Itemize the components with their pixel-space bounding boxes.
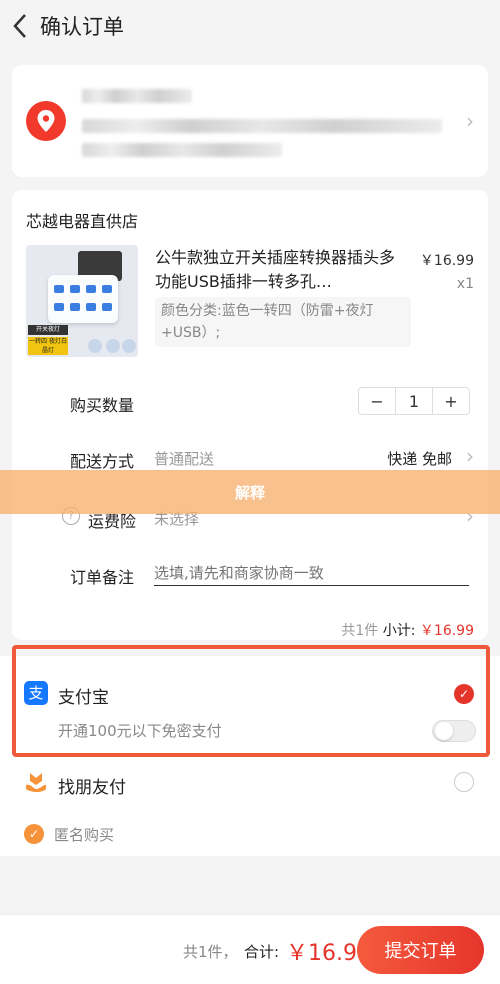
friend-pay-label[interactable]: 找朋友付 <box>58 773 126 798</box>
chevron-right-icon[interactable]: › <box>466 444 474 468</box>
anonymous-label[interactable]: 匿名购买 <box>54 824 114 845</box>
explain-label: 解释 <box>234 483 265 502</box>
subtotal-amount: ￥16.99 <box>419 623 474 639</box>
back-arrow-icon[interactable] <box>0 0 40 52</box>
product-image-badge: 一转四 夜灯白晶灯 <box>28 337 68 355</box>
anonymous-checkbox[interactable]: ✓ <box>24 824 44 844</box>
friend-pay-radio[interactable] <box>454 772 474 792</box>
quantity-stepper: − 1 + <box>358 387 470 415</box>
product-image-tag: 开关夜灯 <box>28 325 68 335</box>
total-label: 合计: <box>244 943 280 961</box>
quantity-plus-button[interactable]: + <box>433 388 469 414</box>
product-price: ￥16.99 <box>419 253 474 269</box>
product-image-plug <box>48 275 118 323</box>
alipay-label[interactable]: 支付宝 <box>58 683 109 708</box>
product-image[interactable]: 开关夜灯 一转四 夜灯白晶灯 <box>26 245 138 357</box>
subtotal-count: 共1件 <box>341 623 379 639</box>
store-name[interactable]: 芯越电器直供店 <box>26 208 138 232</box>
product-title[interactable]: 公牛款独立开关插座转换器插头多功能USB插排一转多孔… <box>155 246 407 294</box>
alipay-nopwd-label: 开通100元以下免密支付 <box>58 722 222 740</box>
nopwd-toggle[interactable] <box>432 720 476 742</box>
friend-pay-icon <box>26 773 46 792</box>
note-label: 订单备注 <box>70 568 135 587</box>
delivery-label: 配送方式 <box>70 452 135 471</box>
address-name-blurred <box>82 89 192 103</box>
header-bar: 确认订单 <box>0 0 500 52</box>
total-count: 共1件， <box>183 943 238 961</box>
subtotal-label: 小计: <box>382 623 416 639</box>
location-pin-icon <box>26 101 66 141</box>
address-line2-blurred <box>82 143 282 157</box>
order-note-input[interactable] <box>154 560 469 586</box>
subtotal: 共1件 小计: ￥16.99 <box>341 620 474 640</box>
submit-order-button[interactable]: 提交订单 <box>357 926 484 974</box>
quantity-label: 购买数量 <box>70 396 135 415</box>
address-card[interactable]: › <box>12 65 488 177</box>
page-title: 确认订单 <box>40 15 124 39</box>
quantity-value[interactable]: 1 <box>395 388 433 414</box>
explain-banner[interactable]: 解释 <box>0 470 500 514</box>
chevron-right-icon: › <box>466 109 474 133</box>
bottom-bar: 共1件， 合计: ￥16.99 提交订单 <box>0 914 500 984</box>
alipay-radio-checked[interactable]: ✓ <box>454 684 474 704</box>
product-spec: 颜色分类:蓝色一转四（防雷+夜灯+USB）; <box>155 297 411 347</box>
alipay-icon: 支 <box>24 681 48 705</box>
store-card: 芯越电器直供店 开关夜灯 一转四 夜灯白晶灯 公牛款独立开关插座转换器插头多功能… <box>12 190 488 640</box>
quantity-minus-button[interactable]: − <box>359 388 395 414</box>
delivery-option[interactable]: 快递 免邮 <box>387 448 452 469</box>
address-line-blurred <box>82 119 442 133</box>
product-quantity: x1 <box>456 276 474 292</box>
delivery-method[interactable]: 普通配送 <box>154 448 214 469</box>
